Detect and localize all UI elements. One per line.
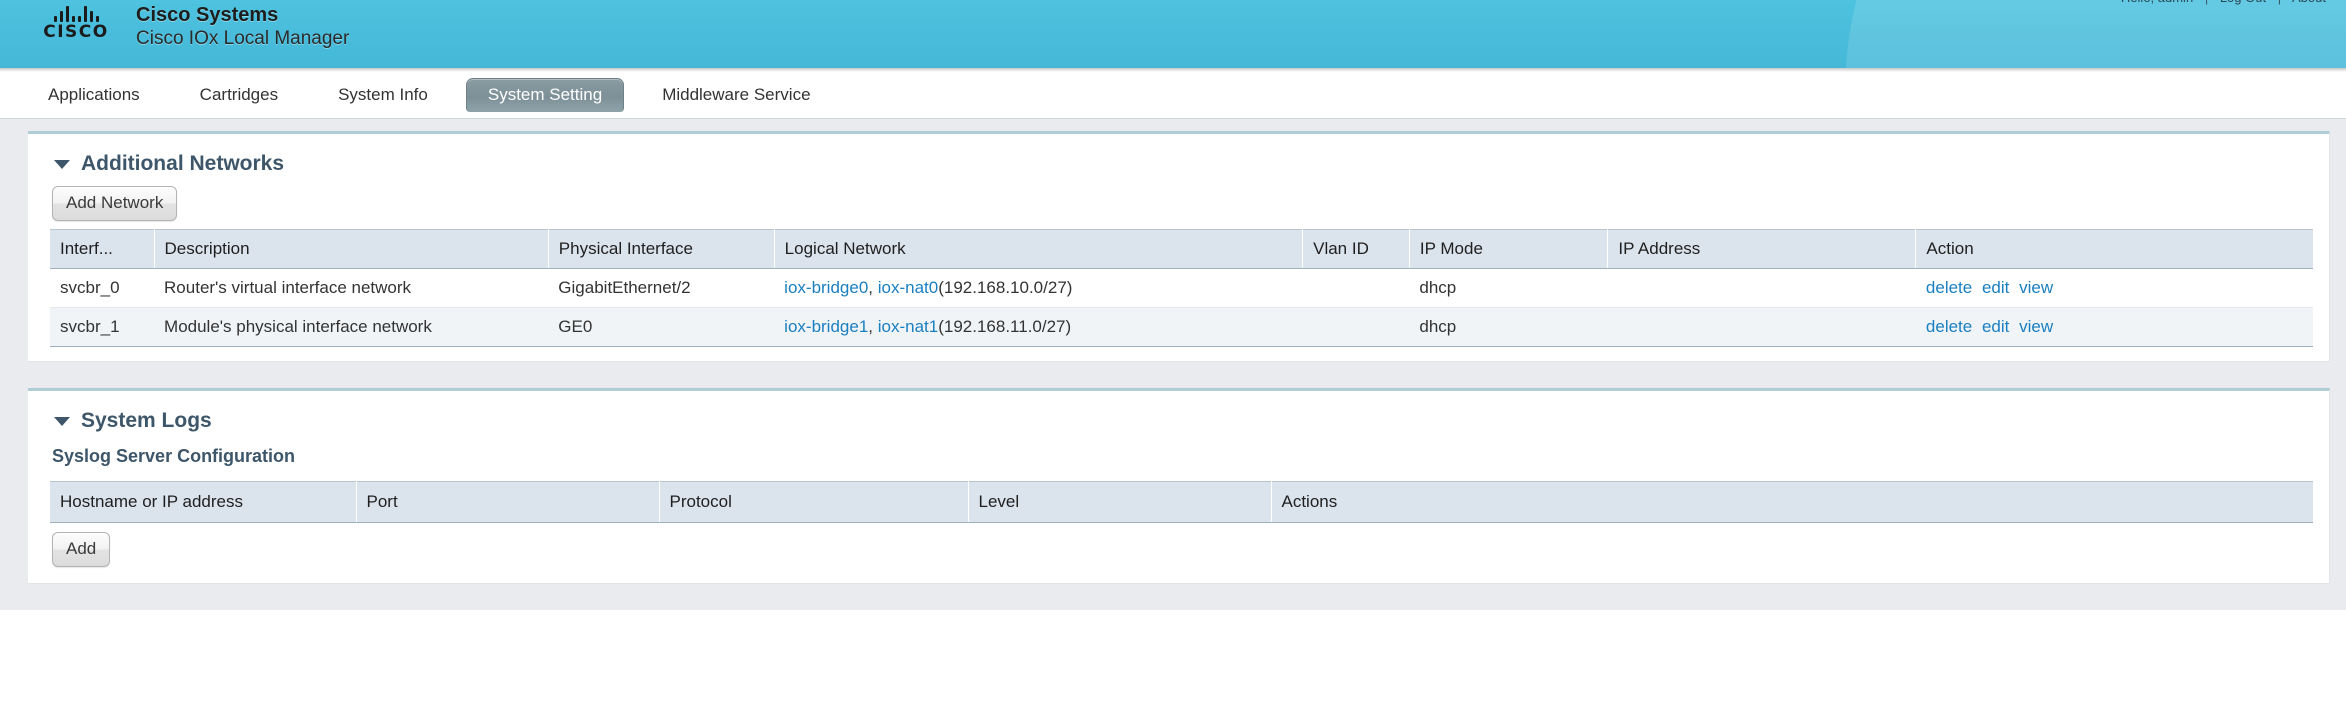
system-logs-panel-wrap: System Logs Syslog Server Configuration … (0, 376, 2346, 584)
col-protocol[interactable]: Protocol (659, 481, 969, 523)
table-header-row: Interf... Description Physical Interface… (50, 229, 2313, 269)
syslog-server-configuration-title: Syslog Server Configuration (52, 446, 296, 466)
utility-separator-2: | (2270, 0, 2289, 5)
syslog-server-table: Hostname or IP address Port Protocol Lev… (50, 481, 2313, 523)
col-vlan-id[interactable]: Vlan ID (1302, 229, 1410, 269)
system-logs-title: System Logs (81, 409, 212, 432)
caret-down-icon[interactable] (54, 159, 70, 169)
tab-system-info[interactable]: System Info (316, 78, 450, 113)
tab-system-setting[interactable]: System Setting (465, 78, 625, 112)
cell-physical-interface: GE0 (548, 307, 775, 347)
cell-action: delete edit view (1915, 307, 2313, 347)
additional-networks-table-body: svcbr_0 Router's virtual interface netwo… (50, 268, 2313, 347)
edit-link[interactable]: edit (1982, 278, 2009, 297)
view-link[interactable]: view (2019, 278, 2053, 297)
edit-link[interactable]: edit (1982, 317, 2009, 336)
masthead-utility-links: Hello, admin | Log Out | About (2121, 0, 2326, 5)
page-content: Additional Networks Add Network Interf..… (0, 119, 2346, 610)
cell-action: delete edit view (1915, 268, 2313, 308)
cell-vlan-id (1302, 268, 1410, 308)
cell-vlan-id (1302, 307, 1410, 347)
additional-networks-panel-wrap: Additional Networks Add Network Interf..… (0, 119, 2346, 362)
cell-ip-mode: dhcp (1409, 268, 1608, 308)
cell-interface: svcbr_0 (50, 268, 155, 308)
additional-networks-table-head: Interf... Description Physical Interface… (50, 229, 2313, 269)
cell-ip-mode: dhcp (1409, 307, 1608, 347)
add-syslog-button[interactable]: Add (52, 532, 111, 567)
col-ip-address[interactable]: IP Address (1607, 229, 1917, 269)
cell-ip-address (1607, 268, 1916, 308)
log-out-link[interactable]: Log Out (2220, 0, 2266, 5)
masthead: Hello, admin | Log Out | About CISCO Cis… (0, 0, 2346, 68)
about-link[interactable]: About (2292, 0, 2326, 5)
col-description[interactable]: Description (154, 229, 549, 269)
logical-network-bridge-link[interactable]: iox-bridge1 (784, 317, 868, 336)
additional-networks-table: Interf... Description Physical Interface… (50, 229, 2313, 347)
add-network-button-row: Add Network (52, 186, 2313, 221)
masthead-brand: CISCO Cisco Systems Cisco IOx Local Mana… (0, 0, 2346, 51)
add-syslog-button-row: Add (52, 532, 2313, 567)
cell-physical-interface: GigabitEthernet/2 (548, 268, 775, 308)
logical-network-nat-link[interactable]: iox-nat0 (878, 278, 938, 297)
col-ip-mode[interactable]: IP Mode (1409, 229, 1609, 269)
utility-separator-1: | (2197, 0, 2216, 5)
tab-applications[interactable]: Applications (26, 78, 162, 113)
col-action[interactable]: Action (1915, 229, 2313, 269)
col-level[interactable]: Level (968, 481, 1272, 523)
additional-networks-title: Additional Networks (81, 152, 285, 175)
primary-nav: Applications Cartridges System Info Syst… (0, 72, 2346, 119)
col-logical-network[interactable]: Logical Network (774, 229, 1304, 269)
cisco-bars-icon (34, 5, 118, 22)
col-port[interactable]: Port (356, 481, 660, 523)
greeting-label: Hello, admin (2121, 0, 2193, 5)
logical-network-comma: , (868, 278, 878, 297)
table-header-row: Hostname or IP address Port Protocol Lev… (50, 481, 2313, 523)
col-hostname-or-ip[interactable]: Hostname or IP address (50, 481, 357, 523)
col-actions[interactable]: Actions (1271, 481, 2313, 523)
delete-link[interactable]: delete (1926, 278, 1972, 297)
brand-subtitle: Cisco IOx Local Manager (136, 28, 350, 49)
col-interface[interactable]: Interf... (50, 229, 155, 269)
cell-description: Router's virtual interface network (154, 268, 549, 308)
col-physical-interface[interactable]: Physical Interface (548, 229, 775, 269)
cell-logical-network: iox-bridge1, iox-nat1(192.168.11.0/27) (774, 307, 1303, 347)
additional-networks-header: Additional Networks (54, 152, 2313, 176)
system-logs-header: System Logs (54, 409, 2313, 433)
brand-title: Cisco Systems (136, 4, 279, 26)
page-footer-fill (0, 584, 2346, 610)
panel-divider (0, 362, 2346, 376)
logical-network-comma: , (868, 317, 878, 336)
cell-logical-network: iox-bridge0, iox-nat0(192.168.10.0/27) (774, 268, 1303, 308)
cisco-logo-icon: CISCO (34, 3, 118, 41)
logical-network-nat-link[interactable]: iox-nat1 (878, 317, 938, 336)
add-network-button[interactable]: Add Network (52, 186, 178, 221)
table-row: svcbr_0 Router's virtual interface netwo… (50, 268, 2313, 308)
table-row: svcbr_1 Module's physical interface netw… (50, 307, 2313, 347)
system-logs-panel: System Logs Syslog Server Configuration … (28, 388, 2330, 584)
cell-interface: svcbr_1 (50, 307, 155, 347)
additional-networks-panel: Additional Networks Add Network Interf..… (28, 131, 2330, 362)
tab-cartridges[interactable]: Cartridges (178, 78, 300, 113)
tab-middleware-service[interactable]: Middleware Service (640, 78, 832, 113)
logical-network-subnet: (192.168.11.0/27) (938, 317, 1072, 336)
syslog-server-table-head: Hostname or IP address Port Protocol Lev… (50, 481, 2313, 523)
brand-text: Cisco Systems Cisco IOx Local Manager (136, 3, 349, 51)
view-link[interactable]: view (2019, 317, 2053, 336)
cisco-wordmark: CISCO (43, 22, 109, 42)
logical-network-bridge-link[interactable]: iox-bridge0 (784, 278, 868, 297)
cell-description: Module's physical interface network (154, 307, 549, 347)
caret-down-icon[interactable] (54, 416, 70, 426)
logical-network-subnet: (192.168.10.0/27) (938, 278, 1073, 297)
cell-ip-address (1607, 307, 1916, 347)
delete-link[interactable]: delete (1926, 317, 1972, 336)
